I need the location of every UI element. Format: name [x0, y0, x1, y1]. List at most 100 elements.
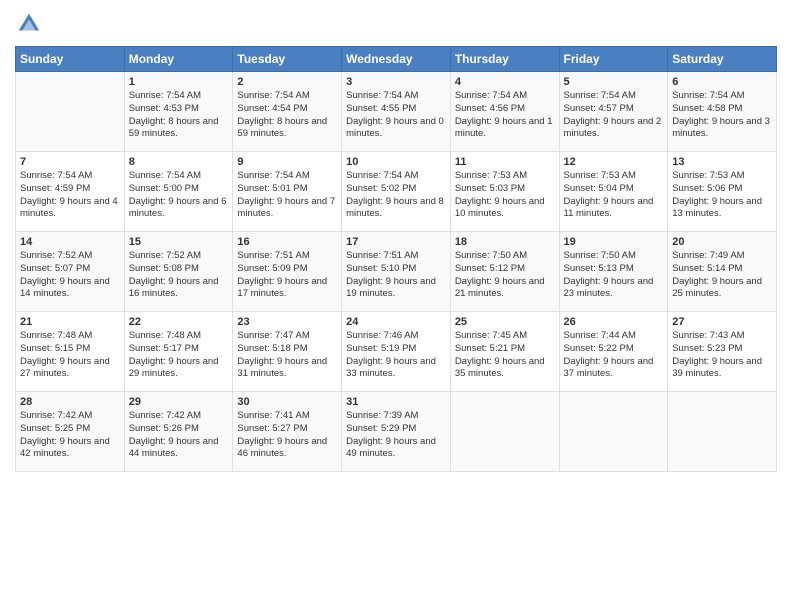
- calendar-header: SundayMondayTuesdayWednesdayThursdayFrid…: [16, 47, 777, 72]
- cell-content: Sunrise: 7:46 AMSunset: 5:19 PMDaylight:…: [346, 330, 436, 379]
- week-row-0: 1 Sunrise: 7:54 AMSunset: 4:53 PMDaylight…: [16, 72, 777, 152]
- day-cell: 31 Sunrise: 7:39 AMSunset: 5:29 PMDayligh…: [342, 392, 451, 472]
- cell-content: Sunrise: 7:49 AMSunset: 5:14 PMDaylight:…: [672, 250, 762, 299]
- day-cell: 22Sunrise: 7:48 AMSunset: 5:17 PMDayligh…: [124, 312, 233, 392]
- week-row-3: 21 Sunrise: 7:48 AMSunset: 5:15 PMDayligh…: [16, 312, 777, 392]
- cell-content: Sunrise: 7:51 AMSunset: 5:10 PMDaylight:…: [346, 250, 436, 299]
- cell-content: Sunrise: 7:44 AMSunset: 5:22 PMDaylight:…: [564, 330, 654, 379]
- day-cell: 24 Sunrise: 7:46 AMSunset: 5:19 PMDayligh…: [342, 312, 451, 392]
- day-number: 13: [672, 156, 772, 168]
- cell-content: Sunrise: 7:41 AMSunset: 5:27 PMDaylight:…: [237, 410, 327, 459]
- day-cell: 23 Sunrise: 7:47 AMSunset: 5:18 PMDayligh…: [233, 312, 342, 392]
- day-number: 30: [237, 396, 337, 408]
- day-cell: 11 Sunrise: 7:53 AMSunset: 5:03 PMDayligh…: [450, 152, 559, 232]
- day-number: 7: [20, 156, 120, 168]
- day-number: 23: [237, 316, 337, 328]
- cell-content: Sunrise: 7:53 AMSunset: 5:03 PMDaylight:…: [455, 170, 545, 219]
- day-number: 22: [129, 316, 229, 328]
- header-cell-saturday: Saturday: [668, 47, 777, 72]
- header: [15, 10, 777, 38]
- cell-content: Sunrise: 7:42 AMSunset: 5:25 PMDaylight:…: [20, 410, 110, 459]
- day-cell: 3 Sunrise: 7:54 AMSunset: 4:55 PMDaylight…: [342, 72, 451, 152]
- cell-content: Sunrise: 7:54 AMSunset: 4:58 PMDaylight:…: [672, 90, 770, 139]
- day-number: 19: [564, 236, 664, 248]
- day-cell: 6 Sunrise: 7:54 AMSunset: 4:58 PMDaylight…: [668, 72, 777, 152]
- day-number: 1: [129, 76, 229, 88]
- day-number: 15: [129, 236, 229, 248]
- day-number: 21: [20, 316, 120, 328]
- day-cell: [450, 392, 559, 472]
- day-number: 5: [564, 76, 664, 88]
- day-cell: 20 Sunrise: 7:49 AMSunset: 5:14 PMDayligh…: [668, 232, 777, 312]
- day-number: 25: [455, 316, 555, 328]
- header-cell-sunday: Sunday: [16, 47, 125, 72]
- calendar-body: 1 Sunrise: 7:54 AMSunset: 4:53 PMDaylight…: [16, 72, 777, 472]
- day-cell: 14 Sunrise: 7:52 AMSunset: 5:07 PMDayligh…: [16, 232, 125, 312]
- cell-content: Sunrise: 7:48 AMSunset: 5:15 PMDaylight:…: [20, 330, 110, 379]
- cell-content: Sunrise: 7:42 AMSunset: 5:26 PMDaylight:…: [129, 410, 219, 459]
- day-number: 14: [20, 236, 120, 248]
- header-cell-thursday: Thursday: [450, 47, 559, 72]
- day-cell: [559, 392, 668, 472]
- calendar-table: SundayMondayTuesdayWednesdayThursdayFrid…: [15, 46, 777, 472]
- day-number: 8: [129, 156, 229, 168]
- day-number: 20: [672, 236, 772, 248]
- day-cell: 7 Sunrise: 7:54 AMSunset: 4:59 PMDaylight…: [16, 152, 125, 232]
- day-number: 31: [346, 396, 446, 408]
- day-cell: 26 Sunrise: 7:44 AMSunset: 5:22 PMDayligh…: [559, 312, 668, 392]
- day-cell: 18 Sunrise: 7:50 AMSunset: 5:12 PMDayligh…: [450, 232, 559, 312]
- cell-content: Sunrise: 7:54 AMSunset: 4:57 PMDaylight:…: [564, 90, 662, 139]
- cell-content: Sunrise: 7:54 AMSunset: 4:53 PMDaylight:…: [129, 90, 219, 139]
- day-number: 6: [672, 76, 772, 88]
- day-number: 11: [455, 156, 555, 168]
- logo: [15, 10, 47, 38]
- day-cell: 15 Sunrise: 7:52 AMSunset: 5:08 PMDayligh…: [124, 232, 233, 312]
- cell-content: Sunrise: 7:53 AMSunset: 5:06 PMDaylight:…: [672, 170, 762, 219]
- day-cell: 10 Sunrise: 7:54 AMSunset: 5:02 PMDayligh…: [342, 152, 451, 232]
- cell-content: Sunrise: 7:54 AMSunset: 4:55 PMDaylight:…: [346, 90, 444, 139]
- cell-content: Sunrise: 7:53 AMSunset: 5:04 PMDaylight:…: [564, 170, 654, 219]
- day-number: 29: [129, 396, 229, 408]
- day-number: 12: [564, 156, 664, 168]
- cell-content: Sunrise: 7:51 AMSunset: 5:09 PMDaylight:…: [237, 250, 327, 299]
- day-number: 27: [672, 316, 772, 328]
- cell-content: Sunrise: 7:54 AMSunset: 5:02 PMDaylight:…: [346, 170, 444, 219]
- day-cell: 21 Sunrise: 7:48 AMSunset: 5:15 PMDayligh…: [16, 312, 125, 392]
- day-cell: 19Sunrise: 7:50 AMSunset: 5:13 PMDayligh…: [559, 232, 668, 312]
- cell-content: Sunrise: 7:50 AMSunset: 5:12 PMDaylight:…: [455, 250, 545, 299]
- day-cell: 4Sunrise: 7:54 AMSunset: 4:56 PMDaylight…: [450, 72, 559, 152]
- cell-content: Sunrise: 7:54 AMSunset: 4:59 PMDaylight:…: [20, 170, 118, 219]
- day-cell: [668, 392, 777, 472]
- cell-content: Sunrise: 7:39 AMSunset: 5:29 PMDaylight:…: [346, 410, 436, 459]
- day-number: 10: [346, 156, 446, 168]
- day-number: 24: [346, 316, 446, 328]
- day-number: 3: [346, 76, 446, 88]
- week-row-1: 7 Sunrise: 7:54 AMSunset: 4:59 PMDaylight…: [16, 152, 777, 232]
- day-cell: 25Sunrise: 7:45 AMSunset: 5:21 PMDayligh…: [450, 312, 559, 392]
- day-cell: 13 Sunrise: 7:53 AMSunset: 5:06 PMDayligh…: [668, 152, 777, 232]
- day-number: 2: [237, 76, 337, 88]
- logo-icon: [15, 10, 43, 38]
- header-cell-wednesday: Wednesday: [342, 47, 451, 72]
- day-number: 9: [237, 156, 337, 168]
- cell-content: Sunrise: 7:47 AMSunset: 5:18 PMDaylight:…: [237, 330, 327, 379]
- cell-content: Sunrise: 7:52 AMSunset: 5:07 PMDaylight:…: [20, 250, 110, 299]
- cell-content: Sunrise: 7:52 AMSunset: 5:08 PMDaylight:…: [129, 250, 219, 299]
- week-row-2: 14 Sunrise: 7:52 AMSunset: 5:07 PMDayligh…: [16, 232, 777, 312]
- header-cell-tuesday: Tuesday: [233, 47, 342, 72]
- page-container: SundayMondayTuesdayWednesdayThursdayFrid…: [0, 0, 792, 482]
- day-number: 18: [455, 236, 555, 248]
- day-cell: 2 Sunrise: 7:54 AMSunset: 4:54 PMDaylight…: [233, 72, 342, 152]
- day-number: 26: [564, 316, 664, 328]
- header-cell-monday: Monday: [124, 47, 233, 72]
- day-cell: 29 Sunrise: 7:42 AMSunset: 5:26 PMDayligh…: [124, 392, 233, 472]
- header-cell-friday: Friday: [559, 47, 668, 72]
- cell-content: Sunrise: 7:43 AMSunset: 5:23 PMDaylight:…: [672, 330, 762, 379]
- cell-content: Sunrise: 7:54 AMSunset: 4:54 PMDaylight:…: [237, 90, 327, 139]
- day-cell: 5 Sunrise: 7:54 AMSunset: 4:57 PMDaylight…: [559, 72, 668, 152]
- day-cell: 17Sunrise: 7:51 AMSunset: 5:10 PMDayligh…: [342, 232, 451, 312]
- day-cell: [16, 72, 125, 152]
- day-cell: 30 Sunrise: 7:41 AMSunset: 5:27 PMDayligh…: [233, 392, 342, 472]
- day-number: 4: [455, 76, 555, 88]
- day-cell: 16Sunrise: 7:51 AMSunset: 5:09 PMDayligh…: [233, 232, 342, 312]
